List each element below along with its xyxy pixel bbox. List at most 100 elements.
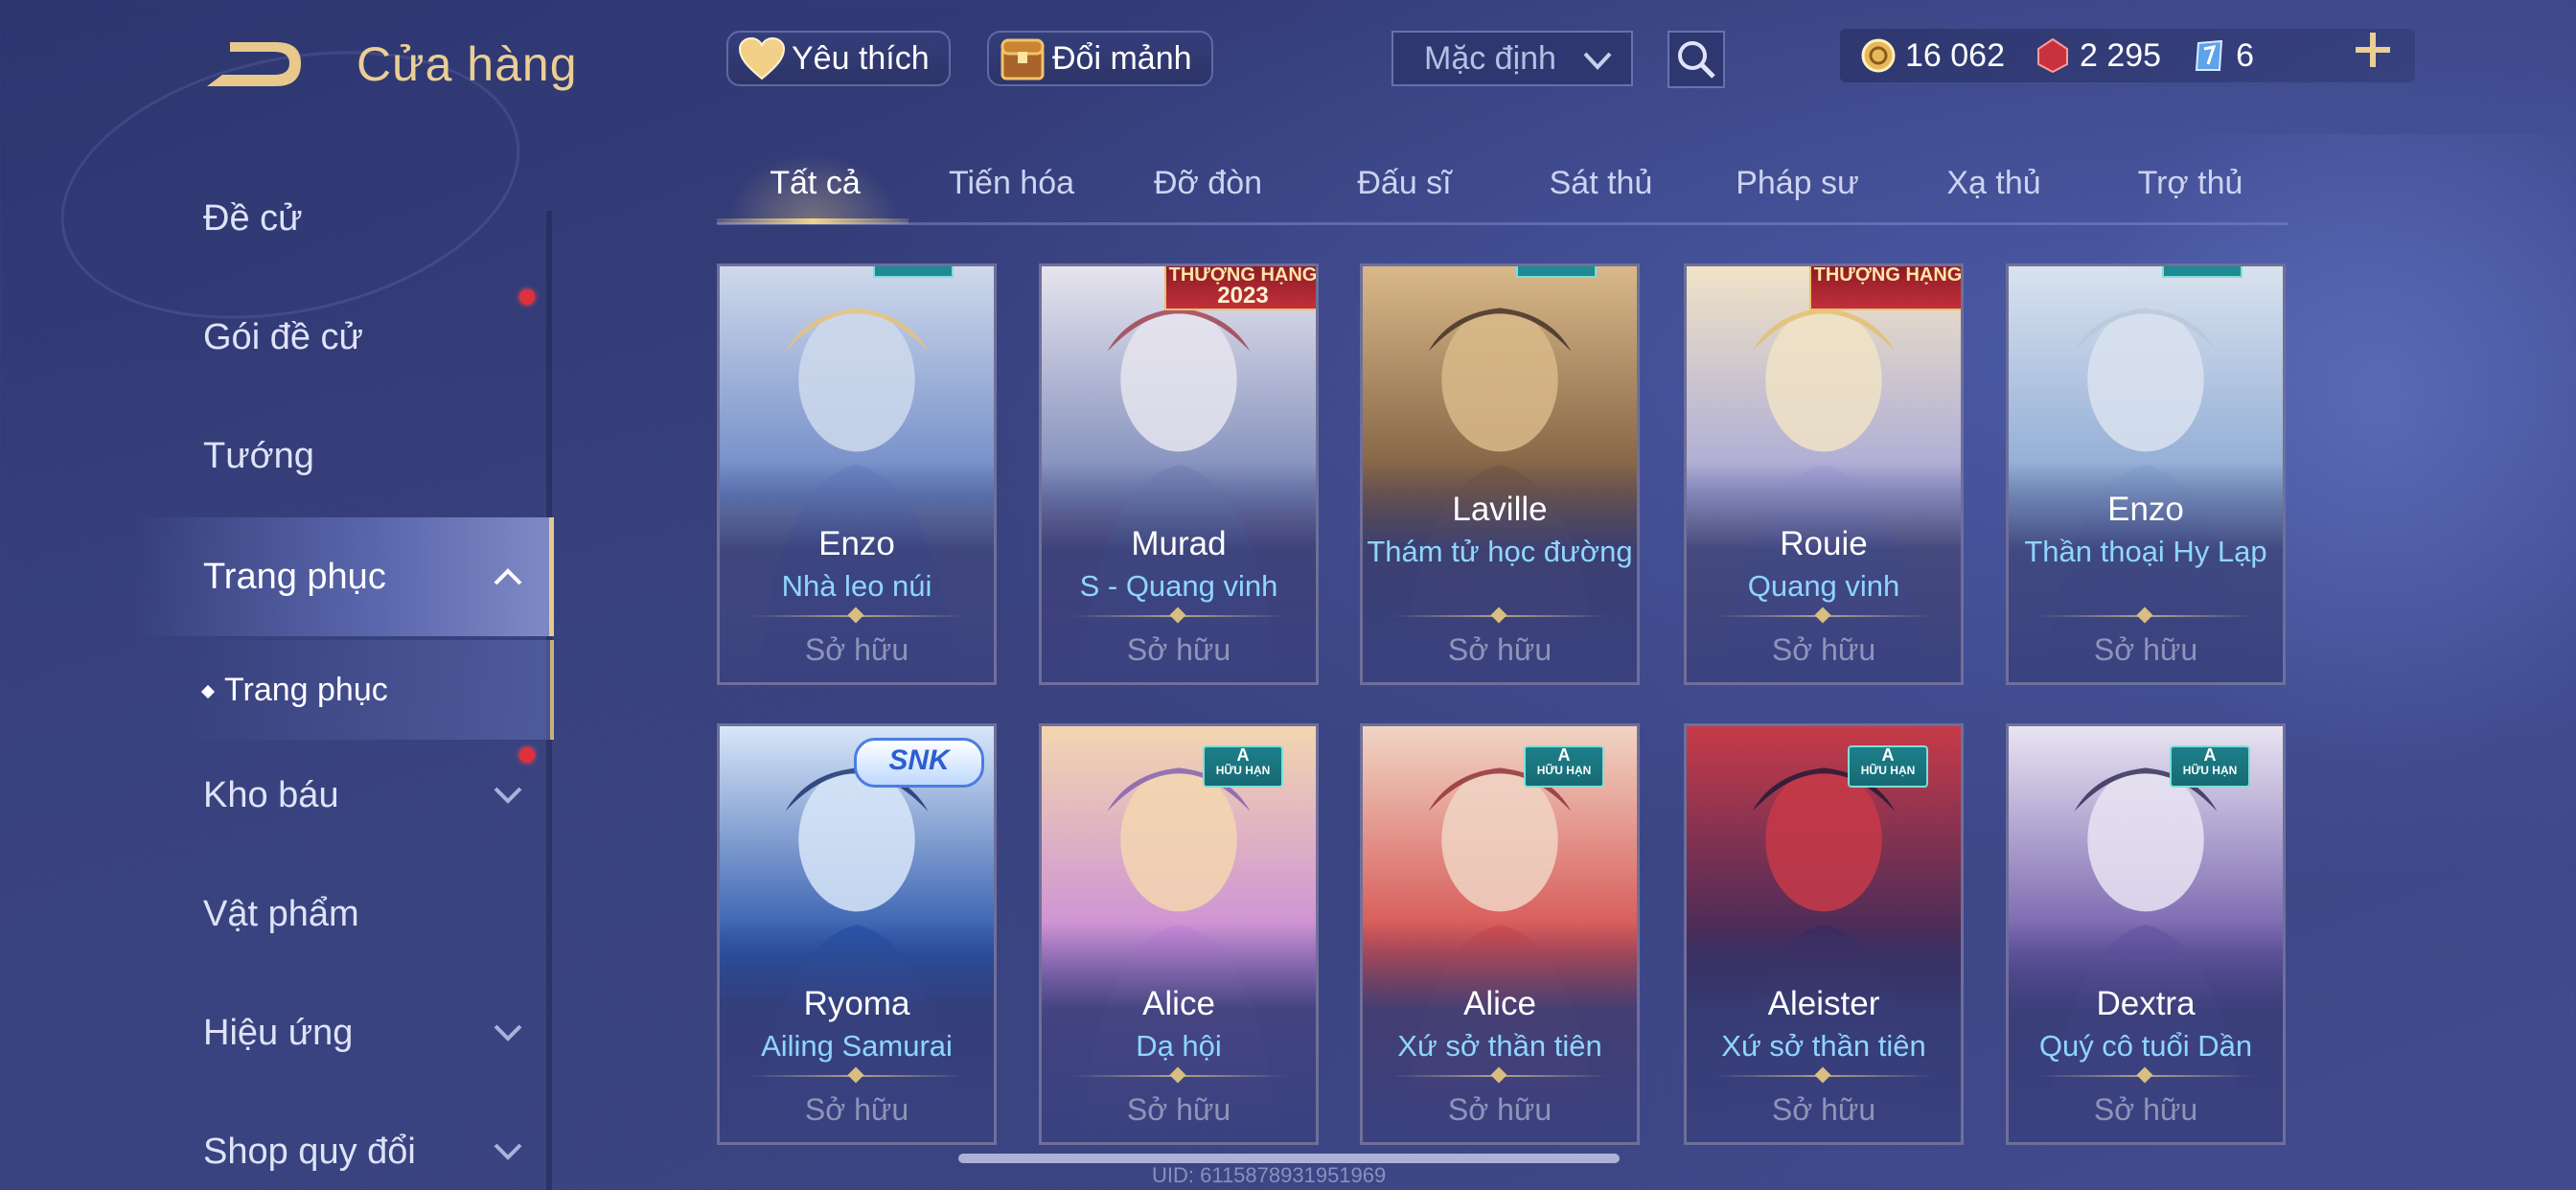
tab-marksman[interactable]: Xạ thủ: [1896, 165, 2092, 202]
rank-badge-year: 2023: [1217, 283, 1269, 309]
favorite-button[interactable]: Yêu thích: [726, 31, 951, 86]
skin-name: Xứ sở thần tiên: [1397, 1029, 1602, 1063]
sidebar-item-skins[interactable]: Trang phục: [203, 548, 386, 606]
skin-name: Dạ hội: [1136, 1029, 1222, 1063]
sidebar-item-recommended-packs[interactable]: Gói đề cử: [203, 309, 363, 366]
category-tabs: Tất cả Tiến hóa Đỡ đòn Đấu sĩ Sát thủ Ph…: [717, 153, 2288, 226]
sidebar-item-heroes[interactable]: Tướng: [203, 427, 314, 485]
skin-name: Thám tử học đường: [1367, 535, 1633, 568]
skin-card[interactable]: Dextra Quý cô tuổi Dần Sở hữu A HỮU HẠN: [2006, 723, 2286, 1145]
sidebar-subitem-skins[interactable]: Trang phục: [200, 661, 388, 719]
exchange-fragment-button[interactable]: Đổi mảnh: [987, 31, 1213, 86]
skin-card[interactable]: Enzo Thần thoại Hy Lạp Sở hữu: [2006, 263, 2286, 685]
owned-status: Sở hữu: [2093, 632, 2198, 667]
gold-coin-icon: [1859, 36, 1898, 75]
sort-value: Mặc định: [1424, 39, 1556, 77]
owned-status: Sở hữu: [804, 632, 909, 667]
snk-collab-badge: SNK: [854, 738, 984, 788]
chevron-up-icon: [494, 568, 522, 585]
chevron-down-icon: [494, 1143, 522, 1160]
skin-card[interactable]: Aleister Xứ sở thần tiên Sở hữu A HỮU HẠN: [1684, 723, 1964, 1145]
tab-assassin[interactable]: Sát thủ: [1503, 165, 1699, 202]
currency-voucher-value: 2 295: [2080, 36, 2162, 74]
blue-ticket-icon: [2190, 36, 2228, 75]
sidebar-item-treasure[interactable]: Kho báu: [203, 767, 339, 824]
tab-support[interactable]: Trợ thủ: [2092, 165, 2288, 202]
tab-all[interactable]: Tất cả: [717, 165, 913, 202]
currency-ticket: 6: [2190, 36, 2254, 75]
plus-icon: [2356, 33, 2390, 67]
notification-dot: [519, 747, 535, 763]
skin-card[interactable]: Alice Xứ sở thần tiên Sở hữu A HỮU HẠN: [1360, 723, 1640, 1145]
sort-dropdown[interactable]: Mặc định: [1392, 31, 1633, 86]
chevron-down-icon: [494, 1024, 522, 1041]
hero-name: Enzo: [2107, 491, 2184, 528]
rank-reward-badge: THƯỢNG HẠNG 2023: [1164, 266, 1316, 310]
limited-badge-grade: A: [1557, 745, 1571, 765]
page-title: Cửa hàng: [356, 37, 578, 91]
currency-gold: 16 062: [1859, 36, 2005, 75]
add-currency-button[interactable]: [2348, 29, 2398, 79]
rank-badge-label: THƯỢNG HẠNG: [1813, 264, 1963, 286]
back-arrow-icon: [207, 42, 301, 86]
search-icon: [1678, 41, 1715, 79]
chevron-down-icon: [1583, 52, 1612, 70]
limited-badge-grade: A: [1236, 745, 1250, 765]
skin-name: Ailing Samurai: [761, 1029, 953, 1063]
owned-status: Sở hữu: [1126, 632, 1231, 667]
tabs-baseline: [717, 222, 2288, 225]
tab-mage[interactable]: Pháp sư: [1699, 165, 1896, 202]
currency-bar: 16 062 2 295 6: [1840, 29, 2415, 82]
limited-badge-grade: A: [2203, 745, 2217, 765]
skin-name: Thần thoại Hy Lạp: [2024, 535, 2267, 568]
sidebar-item-recommended[interactable]: Đề cử: [203, 190, 303, 247]
skin-name: S - Quang vinh: [1079, 569, 1278, 603]
skin-card[interactable]: Enzo Nhà leo núi Sở hữu: [717, 263, 997, 685]
rank-reward-badge: THƯỢNG HẠNG: [1809, 264, 1963, 310]
limited-badge-label: HỮU HẠN: [1860, 764, 1916, 777]
favorite-label: Yêu thích: [792, 39, 930, 77]
currency-gold-value: 16 062: [1905, 36, 2005, 74]
limited-badge: A HỮU HẠN: [1203, 745, 1283, 788]
tier-badge-partial: [2162, 266, 2242, 278]
hero-name: Enzo: [818, 525, 895, 562]
owned-status: Sở hữu: [1771, 1092, 1876, 1127]
sidebar-item-exchange-shop[interactable]: Shop quy đổi: [203, 1123, 416, 1180]
limited-badge-label: HỮU HẠN: [1215, 764, 1271, 777]
search-button[interactable]: [1668, 31, 1725, 88]
owned-status: Sở hữu: [1126, 1092, 1231, 1127]
sidebar-subitem-label: Trang phục: [224, 672, 388, 708]
limited-badge-grade: A: [1881, 745, 1895, 765]
limited-badge: A HỮU HẠN: [1848, 745, 1928, 788]
hero-name: Rouie: [1780, 525, 1868, 562]
sidebar-item-effects[interactable]: Hiệu ứng: [203, 1004, 353, 1062]
limited-badge: A HỮU HẠN: [1524, 745, 1604, 788]
currency-ticket-value: 6: [2236, 36, 2255, 74]
active-tab-underline: [717, 218, 908, 224]
uid-text: UID: 6115878931951969: [1152, 1163, 1387, 1187]
treasure-chest-icon: [997, 33, 1048, 84]
skin-card[interactable]: Ryoma Ailing Samurai Sở hữu SNK: [717, 723, 997, 1145]
sidebar-item-items[interactable]: Vật phẩm: [203, 885, 359, 943]
tab-tank[interactable]: Đỡ đòn: [1110, 165, 1306, 202]
skin-card[interactable]: Rouie Quang vinh Sở hữu THƯỢNG HẠNG: [1684, 263, 1964, 685]
tier-badge-partial: [1516, 266, 1597, 278]
red-voucher-icon: [2034, 36, 2072, 75]
tab-fighter[interactable]: Đấu sĩ: [1306, 165, 1503, 202]
skin-card[interactable]: Murad S - Quang vinh Sở hữu THƯỢNG HẠNG 2…: [1039, 263, 1319, 685]
tier-badge-partial: [873, 266, 954, 278]
limited-badge-label: HỮU HẠN: [1536, 764, 1592, 777]
skin-card[interactable]: Laville Thám tử học đường Sở hữu: [1360, 263, 1640, 685]
notification-dot: [519, 289, 535, 305]
owned-status: Sở hữu: [804, 1092, 909, 1127]
skin-card[interactable]: Alice Dạ hội Sở hữu A HỮU HẠN: [1039, 723, 1319, 1145]
horizontal-scrollbar[interactable]: [958, 1154, 1620, 1163]
tab-evolution[interactable]: Tiến hóa: [913, 165, 1110, 202]
hero-name: Ryoma: [803, 985, 910, 1022]
back-button[interactable]: [201, 38, 307, 96]
owned-status: Sở hữu: [2093, 1092, 2198, 1127]
hero-name: Murad: [1131, 525, 1227, 562]
skin-name: Quý cô tuổi Dần: [2038, 1029, 2253, 1063]
owned-status: Sở hữu: [1447, 632, 1552, 667]
skin-name: Nhà leo núi: [781, 569, 932, 603]
